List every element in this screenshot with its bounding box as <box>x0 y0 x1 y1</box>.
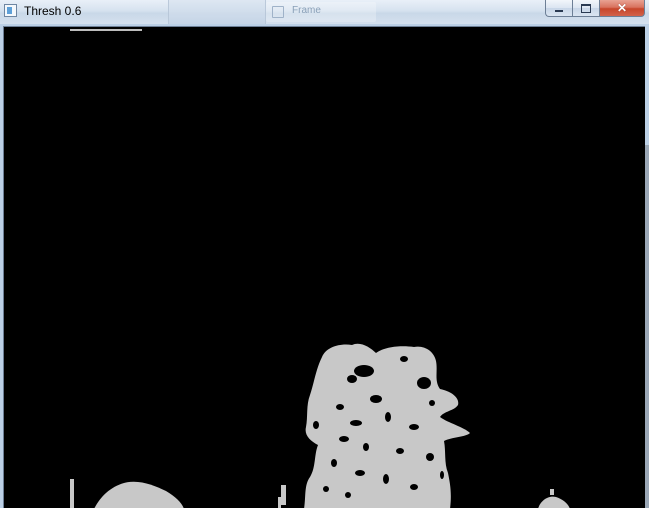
mask-left-bar <box>70 479 74 508</box>
minimize-icon <box>555 10 563 12</box>
window-title: Thresh 0.6 <box>24 4 82 18</box>
window-app-icon[interactable] <box>4 4 17 17</box>
caption-buttons: ✕ <box>545 0 645 17</box>
window-right-edge <box>645 145 649 508</box>
background-frame-icon <box>272 6 284 18</box>
mask-fragment-b <box>278 497 281 508</box>
title-bar[interactable]: Frame Thresh 0.6 ✕ <box>0 0 649 24</box>
minimize-button[interactable] <box>545 0 572 17</box>
close-icon: ✕ <box>616 1 628 15</box>
mask-right-dot <box>550 489 554 495</box>
mask-top-line <box>70 29 142 31</box>
maximize-button[interactable] <box>572 0 599 17</box>
close-button[interactable]: ✕ <box>599 0 645 17</box>
maximize-icon <box>581 3 591 13</box>
threshold-image-view[interactable] <box>3 26 645 508</box>
background-window-ghost <box>168 0 266 24</box>
background-frame-label: Frame <box>292 5 321 16</box>
app-window: Frame Thresh 0.6 ✕ <box>0 0 649 508</box>
mask-fragment-a <box>281 485 286 505</box>
threshold-mask-image <box>4 27 645 508</box>
